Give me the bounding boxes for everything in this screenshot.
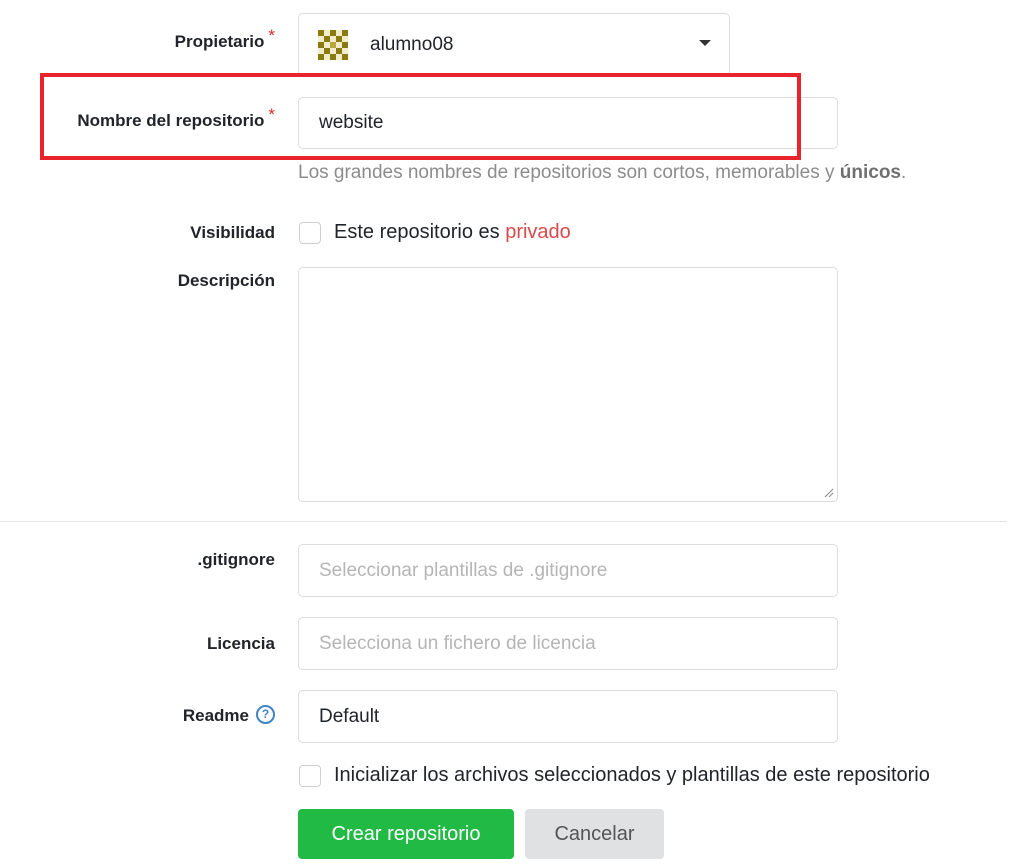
gitignore-dropdown[interactable]: Seleccionar plantillas de .gitignore <box>298 544 838 597</box>
private-accent: privado <box>505 221 571 243</box>
create-repository-button[interactable]: Crear repositorio <box>298 809 514 859</box>
license-label: Licencia <box>206 634 275 653</box>
cancel-button[interactable]: Cancelar <box>525 809 664 859</box>
owner-dropdown[interactable]: alumno08 <box>298 13 730 75</box>
license-dropdown[interactable]: Selecciona un fichero de licencia <box>298 617 838 670</box>
visibility-label: Visibilidad <box>190 223 275 242</box>
readme-label: Readme? <box>183 704 275 726</box>
description-label: Descripción <box>177 271 275 290</box>
gitignore-placeholder: Seleccionar plantillas de .gitignore <box>319 559 608 581</box>
owner-value: alumno08 <box>370 33 454 55</box>
highlight-box <box>40 73 801 160</box>
readme-dropdown[interactable]: Default <box>298 690 838 743</box>
repo-name-hint: Los grandes nombres de repositorios son … <box>298 162 907 183</box>
section-divider <box>0 521 1007 522</box>
question-circle-icon[interactable]: ? <box>256 704 275 724</box>
auto-init-label[interactable]: Inicializar los archivos seleccionados y… <box>334 764 930 787</box>
hint-emphasis: únicos <box>839 162 901 183</box>
license-placeholder: Selecciona un fichero de licencia <box>319 632 596 654</box>
readme-value: Default <box>319 705 380 727</box>
private-checkbox[interactable] <box>299 222 321 244</box>
auto-init-checkbox[interactable] <box>299 765 321 787</box>
owner-label: Propietario * <box>174 26 275 51</box>
resize-handle-icon[interactable] <box>822 486 834 498</box>
chevron-down-icon <box>699 40 711 46</box>
description-textarea[interactable] <box>298 267 838 502</box>
private-checkbox-label[interactable]: Este repositorio es privado <box>334 221 571 244</box>
gitignore-label: .gitignore <box>197 550 275 569</box>
required-mark: * <box>268 26 275 45</box>
user-avatar-icon <box>318 29 348 60</box>
